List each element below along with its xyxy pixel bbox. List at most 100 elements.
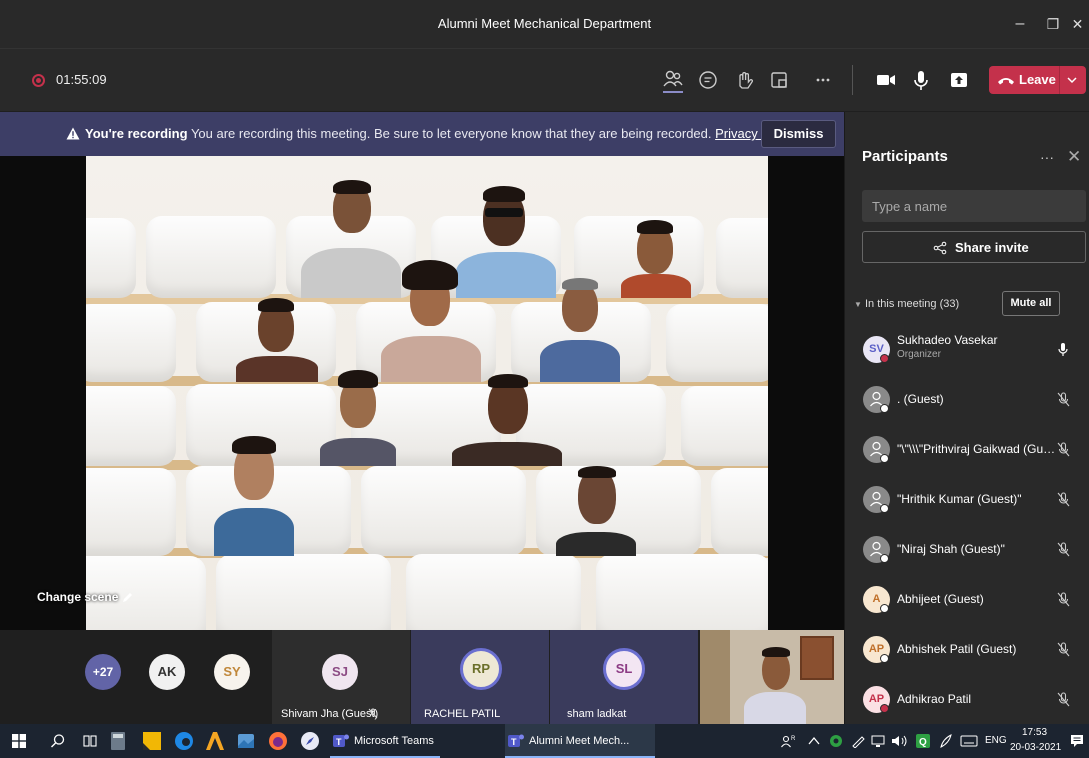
- photos-app-icon[interactable]: [236, 731, 256, 751]
- participant-name: Adhikrao Patil: [897, 692, 972, 706]
- raise-hand-icon[interactable]: [729, 65, 759, 95]
- seat: [406, 554, 581, 630]
- svg-text:T: T: [336, 737, 342, 747]
- participant-tile[interactable]: AK: [140, 630, 200, 724]
- svg-text:Q: Q: [919, 737, 927, 748]
- mic-off-icon: [1057, 592, 1070, 607]
- share-screen-icon[interactable]: [944, 65, 974, 95]
- rooms-icon[interactable]: [764, 65, 794, 95]
- chat-icon[interactable]: [693, 65, 723, 95]
- seat: [146, 216, 276, 298]
- clock-date[interactable]: 20-03-2021: [1010, 742, 1061, 753]
- edge-browser-icon[interactable]: [174, 731, 194, 751]
- participant-row[interactable]: "Niraj Shah (Guest)": [845, 524, 1089, 574]
- close-window-button[interactable]: ✕: [1066, 0, 1089, 48]
- recording-banner-text: You're recording You are recording this …: [66, 126, 795, 141]
- self-video-preview: [700, 630, 844, 724]
- chevron-down-icon[interactable]: [1067, 76, 1077, 84]
- busy-status-icon: [880, 704, 889, 713]
- status-icon: [880, 604, 889, 613]
- volume-icon[interactable]: [891, 734, 909, 748]
- browser-icon[interactable]: [300, 731, 320, 751]
- camera-icon[interactable]: [870, 65, 900, 95]
- windows-start-icon[interactable]: [12, 734, 26, 748]
- task-view-icon[interactable]: [82, 733, 98, 749]
- participant-tile[interactable]: RP RACHEL PATIL: [411, 630, 549, 724]
- sticky-notes-icon[interactable]: [142, 731, 162, 751]
- notifications-icon[interactable]: [1069, 733, 1085, 749]
- participant-search-input[interactable]: [862, 190, 1086, 222]
- participant-row[interactable]: AP Abhishek Patil (Guest): [845, 624, 1089, 674]
- participant-row[interactable]: "Hrithik Kumar (Guest)": [845, 474, 1089, 524]
- mic-off-icon: [1057, 692, 1070, 707]
- input-language[interactable]: ENG: [985, 735, 1007, 746]
- pen-tray-icon[interactable]: [851, 734, 867, 748]
- mute-all-button[interactable]: Mute all: [1002, 291, 1060, 316]
- seat: [86, 386, 176, 466]
- seat: [86, 304, 176, 382]
- in-meeting-label: In this meeting (33): [864, 298, 960, 310]
- wall-painting: [800, 636, 834, 680]
- taskbar-app-teams[interactable]: T Microsoft Teams: [330, 724, 440, 758]
- busy-status-icon: [880, 354, 889, 363]
- participant-role: Organizer: [897, 349, 941, 360]
- participant-row[interactable]: . (Guest): [845, 374, 1089, 424]
- search-icon[interactable]: [50, 733, 66, 749]
- taskbar-app-meeting-window[interactable]: T Alumni Meet Mech...: [505, 724, 655, 758]
- overflow-participants-button[interactable]: +27: [85, 654, 121, 690]
- change-scene-label: Change scene: [37, 590, 119, 604]
- mic-off-icon: [368, 708, 378, 719]
- microphone-icon[interactable]: [906, 65, 936, 95]
- taskbar-app-label: Alumni Meet Mech...: [529, 735, 630, 747]
- dismiss-button[interactable]: Dismiss: [761, 120, 836, 148]
- more-actions-icon[interactable]: [808, 65, 838, 95]
- panel-close-icon[interactable]: ✕: [1067, 147, 1081, 167]
- seat: [86, 218, 136, 298]
- windows-taskbar: T Microsoft Teams T Alumni Meet Mech... …: [0, 724, 1089, 758]
- pen-workspace-icon[interactable]: [938, 733, 954, 749]
- people-icon[interactable]: R: [780, 733, 796, 749]
- panel-title: Participants: [862, 148, 948, 165]
- participant-video: [442, 368, 572, 466]
- mic-off-icon: [1057, 442, 1070, 457]
- network-icon[interactable]: [871, 734, 887, 748]
- touch-keyboard-icon[interactable]: [960, 735, 978, 747]
- calculator-icon[interactable]: [110, 731, 126, 751]
- qualcomm-tray-icon[interactable]: Q: [915, 733, 931, 749]
- hang-up-icon: [998, 78, 1014, 85]
- mic-off-icon: [1057, 542, 1070, 557]
- participants-panel: Participants ··· ✕ Share invite ▼ In thi…: [844, 112, 1089, 724]
- participant-row[interactable]: SV Sukhadeo Vasekar Organizer: [845, 324, 1089, 374]
- participants-icon[interactable]: [658, 65, 688, 95]
- leave-button[interactable]: Leave: [989, 66, 1086, 94]
- participant-video: [320, 364, 396, 466]
- together-mode-scene: [86, 156, 768, 630]
- warning-icon: [66, 127, 80, 140]
- change-scene-button[interactable]: Change scene: [37, 590, 134, 604]
- participant-tile[interactable]: SJ Shivam Jha (Guest): [272, 630, 410, 724]
- title-bar: Alumni Meet Mechanical Department – ❐ ✕: [0, 0, 1089, 48]
- firefox-icon[interactable]: [268, 731, 288, 751]
- share-invite-button[interactable]: Share invite: [862, 231, 1086, 263]
- clock-time[interactable]: 17:53: [1022, 727, 1047, 738]
- minimize-button[interactable]: –: [1003, 0, 1037, 48]
- meeting-timer: 01:55:09: [56, 72, 107, 87]
- status-icon: [880, 554, 889, 563]
- participant-row[interactable]: "\"\\\"Prithviraj Gaikwad (Gue...: [845, 424, 1089, 474]
- mic-on-icon: [1058, 343, 1068, 356]
- in-meeting-section-toggle[interactable]: ▼ In this meeting (33): [854, 298, 959, 310]
- panel-more-options-icon[interactable]: ···: [1040, 149, 1054, 165]
- participant-name: Abhishek Patil (Guest): [897, 642, 1017, 656]
- recording-indicator-icon: [32, 74, 45, 87]
- shield-tray-icon[interactable]: [828, 733, 844, 749]
- seat: [716, 218, 768, 298]
- app-launcher-icon[interactable]: [204, 730, 226, 752]
- participant-row[interactable]: AP Adhikrao Patil: [845, 674, 1089, 724]
- status-icon: [880, 454, 889, 463]
- restore-button[interactable]: ❐: [1036, 0, 1070, 48]
- participant-tile[interactable]: SL sham ladkat: [550, 630, 698, 724]
- chevron-up-icon[interactable]: [808, 736, 820, 746]
- participant-row[interactable]: A Abhijeet (Guest): [845, 574, 1089, 624]
- participant-tile[interactable]: SY: [205, 630, 265, 724]
- participant-video: [621, 218, 691, 298]
